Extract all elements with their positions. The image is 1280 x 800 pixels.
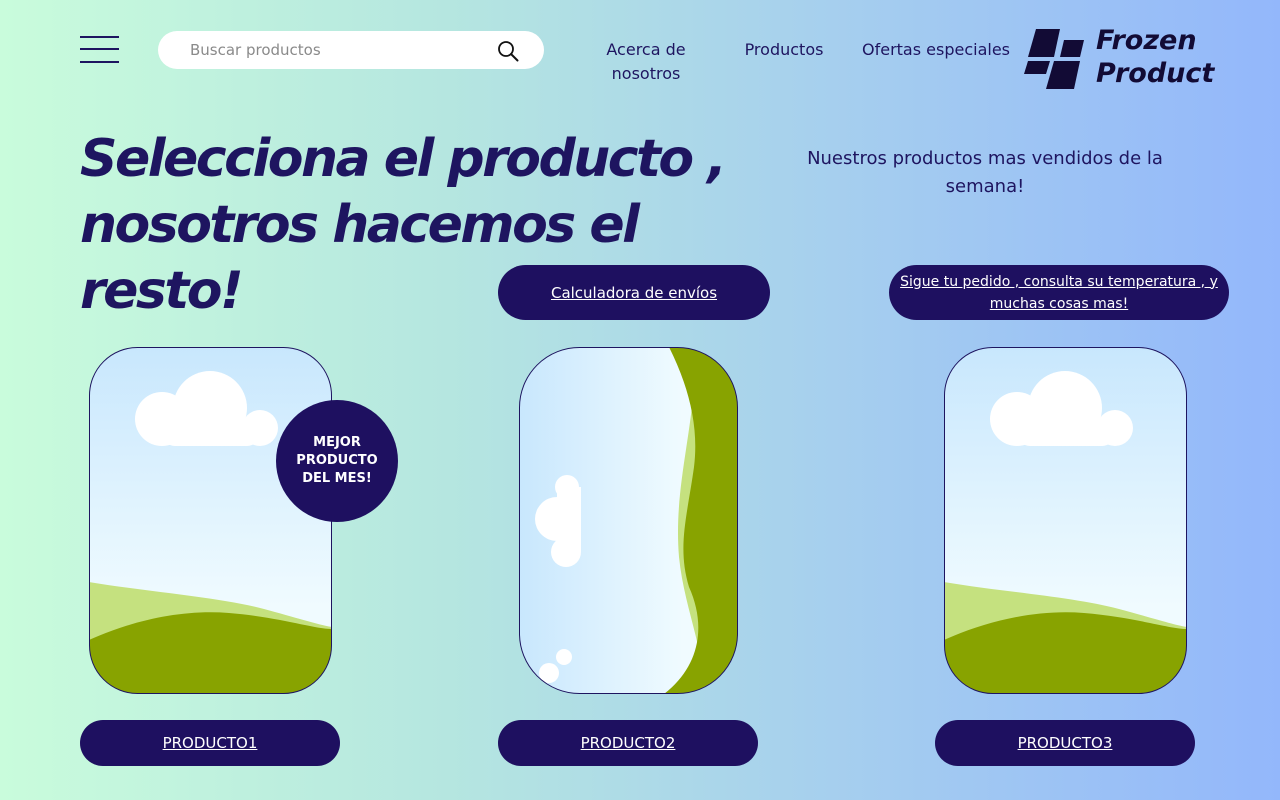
- badge-label: MEJOR PRODUCTO DEL MES!: [296, 435, 378, 486]
- nav-products[interactable]: Productos: [740, 38, 828, 62]
- search-input[interactable]: [190, 31, 490, 69]
- order-tracking-button[interactable]: Sigue tu pedido , consulta su temperatur…: [889, 265, 1229, 320]
- search-bar: [158, 31, 544, 69]
- search-icon[interactable]: [497, 40, 519, 62]
- logo-line-1: Frozen: [1096, 25, 1197, 56]
- hero-subtitle: Nuestros productos mas vendidos de la se…: [807, 148, 1163, 197]
- logo-line-2: Product: [1096, 58, 1215, 89]
- menu-line: [80, 48, 119, 50]
- menu-line: [80, 61, 119, 63]
- best-product-badge: MEJOR PRODUCTO DEL MES!: [276, 400, 398, 522]
- product-3-button[interactable]: PRODUCTO3: [935, 720, 1195, 766]
- product-1-button[interactable]: PRODUCTO1: [80, 720, 340, 766]
- shipping-calculator-button[interactable]: Calculadora de envíos: [498, 265, 770, 320]
- menu-line: [80, 36, 119, 38]
- landscape-image-placeholder-icon[interactable]: [519, 347, 738, 694]
- logo-wordmark: Frozen Product: [1096, 24, 1214, 90]
- hamburger-menu-icon[interactable]: [80, 36, 120, 64]
- landscape-image-placeholder-icon[interactable]: [89, 347, 332, 694]
- nav-special-offers[interactable]: Ofertas especiales: [860, 38, 1012, 62]
- brand-logo[interactable]: Frozen Product: [1024, 24, 1224, 93]
- frozen-product-logo-icon: [1024, 29, 1084, 89]
- landscape-image-placeholder-icon[interactable]: [944, 347, 1187, 694]
- product-2-button[interactable]: PRODUCTO2: [498, 720, 758, 766]
- nav-about-us[interactable]: Acerca de nosotros: [596, 38, 696, 86]
